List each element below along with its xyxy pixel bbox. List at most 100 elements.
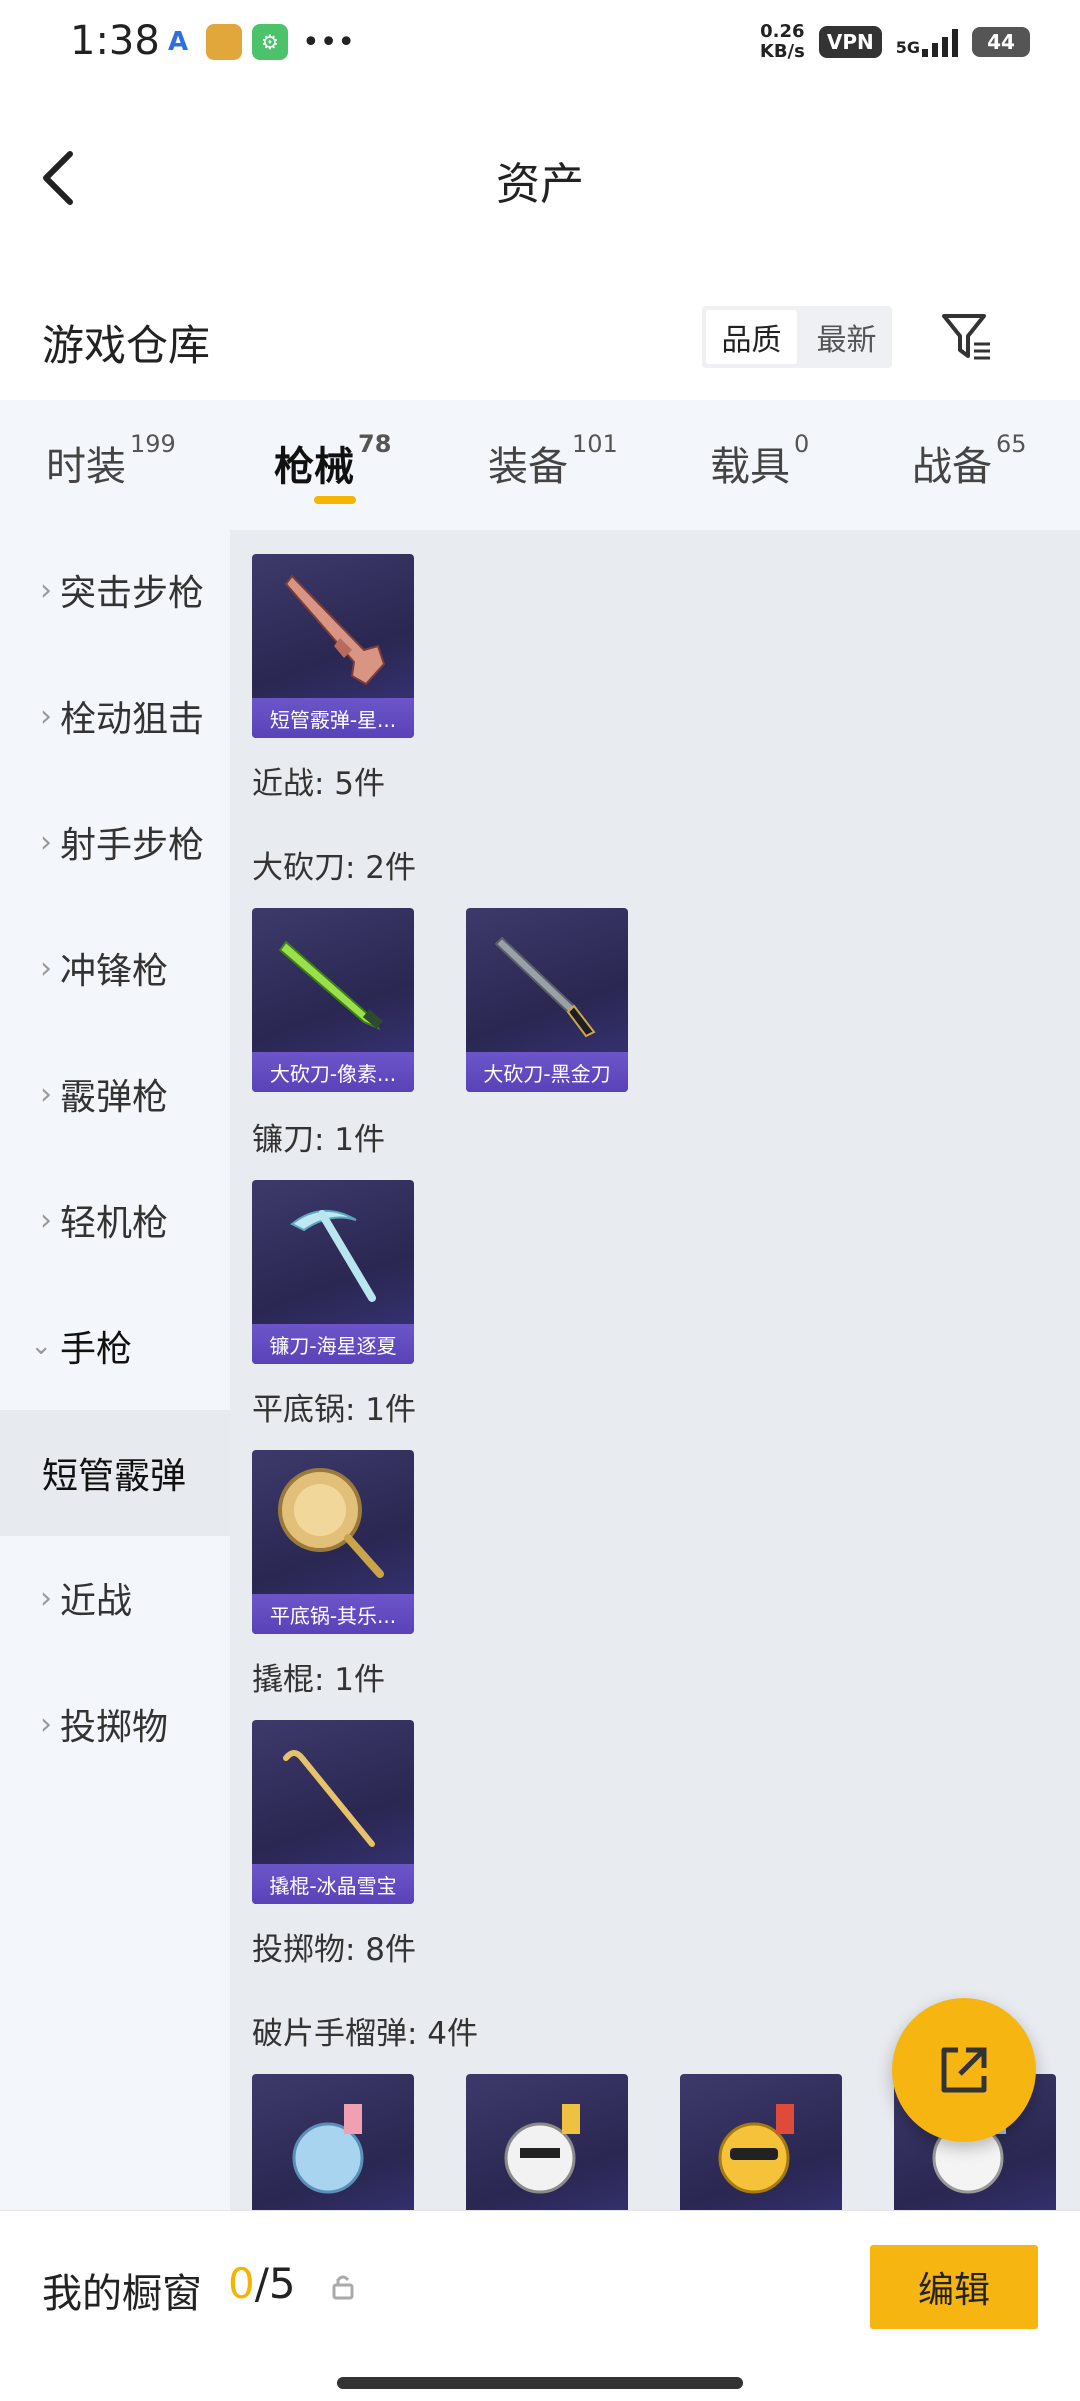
sidebar-item-pistol[interactable]: ⌄ 手枪 xyxy=(0,1286,230,1406)
share-button[interactable] xyxy=(892,1998,1036,2142)
group-heading: 破片手榴弹: 4件 xyxy=(252,2016,479,2052)
sort-quality-button[interactable]: 品质 xyxy=(706,310,797,364)
status-right: 0.26 KB/s VPN 5G 44 xyxy=(760,22,1030,62)
sidebar-item-assault-rifle[interactable]: › 突击步枪 xyxy=(0,530,230,650)
net-speed-unit: KB/s xyxy=(759,41,805,62)
emoji-grenade-icon xyxy=(718,2104,794,2194)
item-card-label: 平底锅-其乐... xyxy=(252,1594,414,1634)
home-indicator[interactable] xyxy=(337,2377,743,2389)
tab-battle-gear[interactable]: 战备 65 xyxy=(912,430,1027,492)
showcase-count-separator: / xyxy=(254,2259,269,2308)
tab-count: 0 xyxy=(794,430,810,458)
frying-pan-icon xyxy=(278,1468,384,1578)
page-title: 资产 xyxy=(496,159,584,210)
sidebar-item-label: 近战 xyxy=(60,1581,133,1622)
black-gold-machete-icon xyxy=(494,936,596,1038)
network-type: 5G xyxy=(895,38,920,57)
sickle-icon xyxy=(290,1209,376,1302)
sidebar-item-label: 轻机枪 xyxy=(60,1203,169,1244)
item-card[interactable]: 短管霰弹-星... xyxy=(252,554,414,738)
edit-button[interactable]: 编辑 xyxy=(870,2245,1038,2329)
sawed-off-shotgun-icon xyxy=(284,574,386,686)
tab-label: 装备 xyxy=(488,444,568,490)
chevron-right-icon: › xyxy=(40,1202,52,1238)
chevron-down-icon: ⌄ xyxy=(30,1331,52,1361)
sidebar-item-bolt-sniper[interactable]: › 栓动狙击 xyxy=(0,656,230,776)
category-tabs: 时装 199 枪械 78 装备 101 载具 0 战备 65 xyxy=(0,400,1080,530)
section-heading: 投掷物: 8件 xyxy=(252,1932,417,1968)
item-card-label: 大砍刀-像素... xyxy=(252,1052,414,1092)
battery-icon: 44 xyxy=(972,27,1030,57)
tab-fashion[interactable]: 时装 199 xyxy=(46,430,176,492)
item-card-label: 短管霰弹-星... xyxy=(252,698,414,738)
sidebar-item-shotgun[interactable]: › 霰弹枪 xyxy=(0,1034,230,1154)
sidebar-item-label: 射手步枪 xyxy=(60,825,205,866)
item-card[interactable]: 大砍刀-黑金刀 xyxy=(466,908,628,1092)
group-heading: 大砍刀: 2件 xyxy=(252,850,417,886)
item-card[interactable]: 平底锅-其乐... xyxy=(252,1450,414,1634)
group-heading: 镰刀: 1件 xyxy=(252,1122,386,1158)
vpn-badge: VPN xyxy=(818,26,882,58)
item-card[interactable]: 撬棍-冰晶雪宝 xyxy=(252,1720,414,1904)
showcase-bar: 我的橱窗 0/5 编辑 xyxy=(0,2210,1080,2401)
status-notification-icons: A ⚙ ••• xyxy=(160,24,355,60)
tab-firearms[interactable]: 枪械 78 xyxy=(274,430,391,492)
sidebar-item-smg[interactable]: › 冲锋枪 xyxy=(0,908,230,1028)
tab-label: 时装 xyxy=(46,444,126,490)
showcase-count-current: 0 xyxy=(228,2259,255,2308)
snowman-grenade-icon xyxy=(504,2104,580,2194)
showcase-count: 0/5 xyxy=(228,2259,296,2308)
chevron-right-icon: › xyxy=(40,698,52,734)
item-card-label: 撬棍-冰晶雪宝 xyxy=(252,1864,414,1904)
sidebar-item-throwables[interactable]: › 投掷物 xyxy=(0,1664,230,1784)
tab-equipment[interactable]: 装备 101 xyxy=(488,430,618,492)
tab-vehicles[interactable]: 载具 0 xyxy=(710,430,809,492)
status-time: 1:38 xyxy=(70,18,160,64)
sort-newest-button[interactable]: 最新 xyxy=(801,306,892,368)
app-a-icon: A xyxy=(167,27,189,57)
lock-icon xyxy=(332,2275,354,2300)
item-card-label: 大砍刀-黑金刀 xyxy=(466,1052,628,1092)
net-speed: 0.26 KB/s xyxy=(760,22,805,62)
group-heading: 撬棍: 1件 xyxy=(252,1662,386,1698)
item-card[interactable]: 大砍刀-像素... xyxy=(252,908,414,1092)
tab-count: 65 xyxy=(996,430,1027,458)
item-grid: 短管霰弹-星... 近战: 5件 大砍刀: 2件 大砍刀-像素... 大砍刀-黑… xyxy=(230,530,1080,2258)
sidebar-item-label: 手枪 xyxy=(60,1329,133,1370)
tool-app-icon: ⚙ xyxy=(252,24,288,60)
warehouse-title: 游戏仓库 xyxy=(42,321,211,370)
sidebar: › 突击步枪 › 栓动狙击 › 射手步枪 › 冲锋枪 › 霰弹枪 › 轻机枪 ⌄ 手枪 短管霰… xyxy=(0,530,230,2210)
sidebar-item-label: 短管霰弹 xyxy=(42,1456,187,1497)
sort-toggle: 品质 最新 xyxy=(702,306,892,368)
sidebar-item-label: 冲锋枪 xyxy=(60,951,169,992)
sidebar-item-label: 投掷物 xyxy=(60,1707,169,1748)
chevron-right-icon: › xyxy=(40,824,52,860)
sidebar-item-sawed-off[interactable]: 短管霰弹 xyxy=(0,1410,230,1536)
external-link-icon xyxy=(941,2047,987,2093)
game-app-icon xyxy=(206,24,242,60)
sidebar-item-marksman-rifle[interactable]: › 射手步枪 xyxy=(0,782,230,902)
machete-icon xyxy=(278,940,384,1031)
chevron-right-icon: › xyxy=(40,950,52,986)
tab-label: 载具 xyxy=(710,444,790,490)
active-tab-indicator xyxy=(314,496,356,504)
sidebar-item-melee[interactable]: › 近战 xyxy=(0,1538,230,1658)
section-heading: 近战: 5件 xyxy=(252,766,386,802)
tab-count: 199 xyxy=(130,430,176,458)
chevron-right-icon: › xyxy=(40,1580,52,1616)
filter-icon[interactable] xyxy=(940,310,994,364)
sidebar-item-lmg[interactable]: › 轻机枪 xyxy=(0,1160,230,1280)
grenade-icon xyxy=(292,2104,364,2194)
showcase-label: 我的橱窗 xyxy=(42,2271,202,2317)
tab-label: 枪械 xyxy=(274,444,354,490)
item-card[interactable]: 镰刀-海星逐夏 xyxy=(252,1180,414,1364)
chevron-right-icon: › xyxy=(40,1076,52,1112)
more-dots-icon: ••• xyxy=(302,24,356,60)
sidebar-item-label: 栓动狙击 xyxy=(60,699,205,740)
signal-icon: 5G xyxy=(896,27,958,57)
tab-count: 78 xyxy=(358,430,392,458)
crowbar-icon xyxy=(283,1750,375,1847)
item-card-label: 镰刀-海星逐夏 xyxy=(252,1324,414,1364)
chevron-right-icon: › xyxy=(40,1706,52,1742)
group-heading: 平底锅: 1件 xyxy=(252,1392,417,1428)
